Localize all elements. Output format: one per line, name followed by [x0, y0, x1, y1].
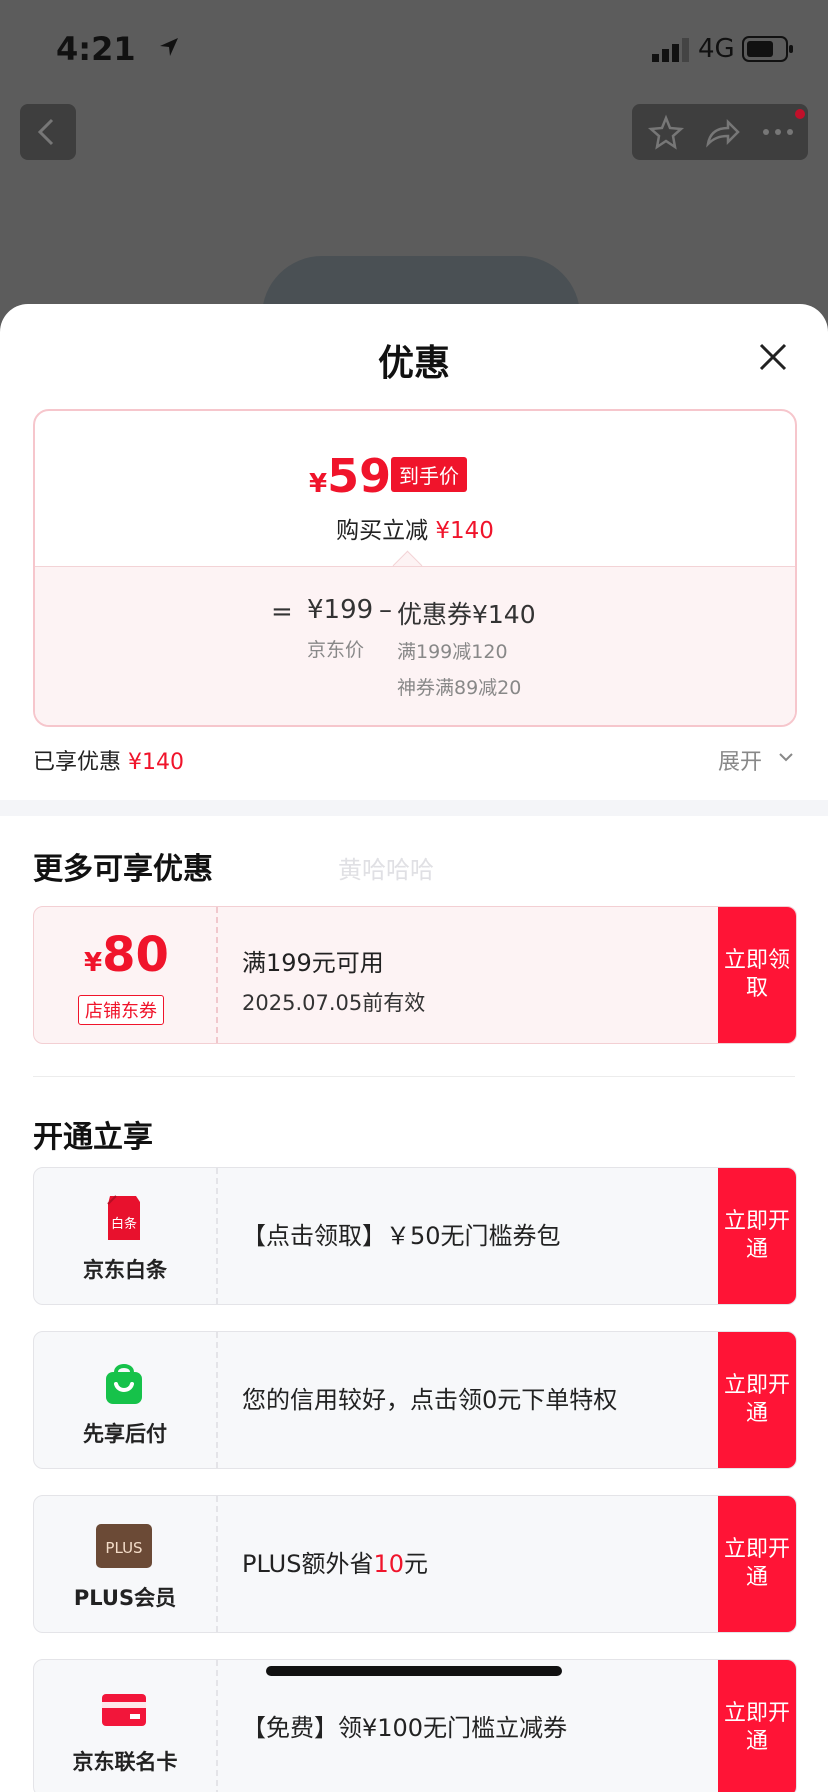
benefit-plus: PLUS PLUS会员 PLUS额外省 10 元 立即开通: [33, 1495, 797, 1633]
final-price-value: 59: [327, 449, 392, 503]
status-bar: 4:21 4G: [0, 0, 828, 100]
currency-symbol: ¥: [309, 469, 328, 499]
coupon-condition: 满199元可用: [242, 949, 384, 977]
open-baitiao-button[interactable]: 立即开通: [718, 1168, 796, 1304]
plus-text-amount: 10: [373, 1550, 404, 1578]
divider: [33, 1076, 795, 1077]
coupon-valid-date: 2025.07.05前有效: [242, 991, 426, 1015]
benefit-text: 【免费】领¥100无门槛立减券: [242, 1714, 568, 1742]
reduce-amount: ¥140: [435, 518, 494, 544]
final-price-tag: 到手价: [391, 457, 467, 492]
chevron-left-icon: [37, 118, 54, 146]
store-coupon: ¥80 店铺东券 满199元可用 2025.07.05前有效 立即领取: [33, 906, 797, 1044]
benefit-text: 【点击领取】￥50无门槛券包: [242, 1222, 561, 1250]
signal-icon: [652, 38, 689, 62]
back-button[interactable]: [20, 104, 76, 160]
close-icon[interactable]: [756, 340, 790, 374]
plus-icon-text: PLUS: [105, 1539, 142, 1557]
watermark-text: 黄哈哈哈: [338, 856, 434, 884]
coupon-detail-1: 满199减120: [397, 641, 508, 663]
open-card-button[interactable]: 立即开通: [718, 1660, 796, 1792]
shopping-bag-icon: [106, 1364, 142, 1404]
benefit-baitiao: 白条 京东白条 【点击领取】￥50无门槛券包 立即开通: [33, 1167, 797, 1305]
network-type: 4G: [698, 34, 735, 64]
claim-coupon-button[interactable]: 立即领取: [718, 907, 796, 1043]
reduce-label: 购买立减: [336, 518, 429, 544]
minus-sign: –: [379, 595, 392, 625]
price-summary: ¥59 到手价 购买立减 ¥140: [35, 411, 795, 566]
star-icon[interactable]: [638, 104, 694, 160]
battery-icon: [742, 36, 793, 62]
open-pay-later-button[interactable]: 立即开通: [718, 1332, 796, 1468]
sheet-title: 优惠: [377, 343, 450, 384]
currency-symbol: ¥: [84, 948, 103, 978]
coupon-amount: ¥80: [84, 927, 169, 983]
benefit-text: 您的信用较好，点击领0元下单特权: [242, 1386, 618, 1414]
enjoyed-label: 已享优惠: [33, 750, 122, 775]
benefit-pay-later: 先享后付 您的信用较好，点击领0元下单特权 立即开通: [33, 1331, 797, 1469]
chevron-down-icon[interactable]: [778, 749, 794, 765]
jd-price: ¥199: [307, 595, 374, 625]
plus-text-pre: PLUS额外省: [242, 1550, 374, 1578]
benefit-separator: [216, 1660, 218, 1792]
benefit-cobrand-card: 京东联名卡 【免费】领¥100无门槛立减券 立即开通: [33, 1659, 797, 1792]
benefit-separator: [216, 1168, 218, 1304]
coupon-type-tag: 店铺东券: [78, 995, 164, 1025]
share-icon[interactable]: [694, 104, 750, 160]
jd-price-label: 京东价: [307, 639, 365, 661]
price-breakdown: = ¥199 – 优惠券¥140 京东价 满199减120 神券满89减20: [35, 566, 795, 725]
benefit-separator: [216, 1332, 218, 1468]
coupon-separator: [216, 907, 218, 1043]
plus-icon: PLUS: [96, 1524, 152, 1568]
baitiao-icon: 白条: [107, 1195, 140, 1240]
benefit-name: PLUS会员: [73, 1586, 177, 1610]
more-icon[interactable]: [750, 104, 806, 160]
coupon-amount-value: 80: [102, 927, 169, 983]
enjoyed-discount: 已享优惠 ¥140: [33, 744, 184, 776]
coupon-total: 优惠券¥140: [397, 600, 536, 629]
final-price: ¥59: [309, 449, 391, 503]
price-card: ¥59 到手价 购买立减 ¥140 = ¥199 – 优惠券¥140 京东价 满…: [33, 409, 797, 727]
discount-sheet: 优惠 ¥59 到手价 购买立减 ¥140 = ¥199 – 优惠券¥140 京东…: [0, 304, 828, 1792]
status-time: 4:21: [56, 30, 136, 68]
expand-button[interactable]: 展开: [718, 744, 762, 776]
enjoyed-amount: ¥140: [128, 750, 185, 775]
equals-sign: =: [271, 597, 293, 627]
open-benefits-title: 开通立享: [33, 1120, 153, 1155]
card-icon: [102, 1694, 146, 1726]
coupon-detail-2: 神券满89减20: [397, 677, 522, 699]
reduce-line: 购买立减 ¥140: [35, 511, 795, 545]
benefit-separator: [216, 1496, 218, 1632]
top-action-group: [632, 104, 808, 160]
section-divider: [0, 800, 828, 816]
location-arrow-icon: [160, 38, 178, 56]
baitiao-icon-text: 白条: [111, 1216, 137, 1232]
home-indicator[interactable]: [266, 1666, 562, 1676]
benefit-text: PLUS额外省 10 元: [242, 1496, 672, 1632]
plus-text-post: 元: [404, 1550, 428, 1578]
benefit-name: 京东联名卡: [72, 1750, 178, 1774]
benefit-name: 京东白条: [83, 1258, 167, 1282]
benefit-name: 先享后付: [83, 1422, 167, 1446]
more-discounts-title: 更多可享优惠: [33, 852, 213, 887]
open-plus-button[interactable]: 立即开通: [718, 1496, 796, 1632]
